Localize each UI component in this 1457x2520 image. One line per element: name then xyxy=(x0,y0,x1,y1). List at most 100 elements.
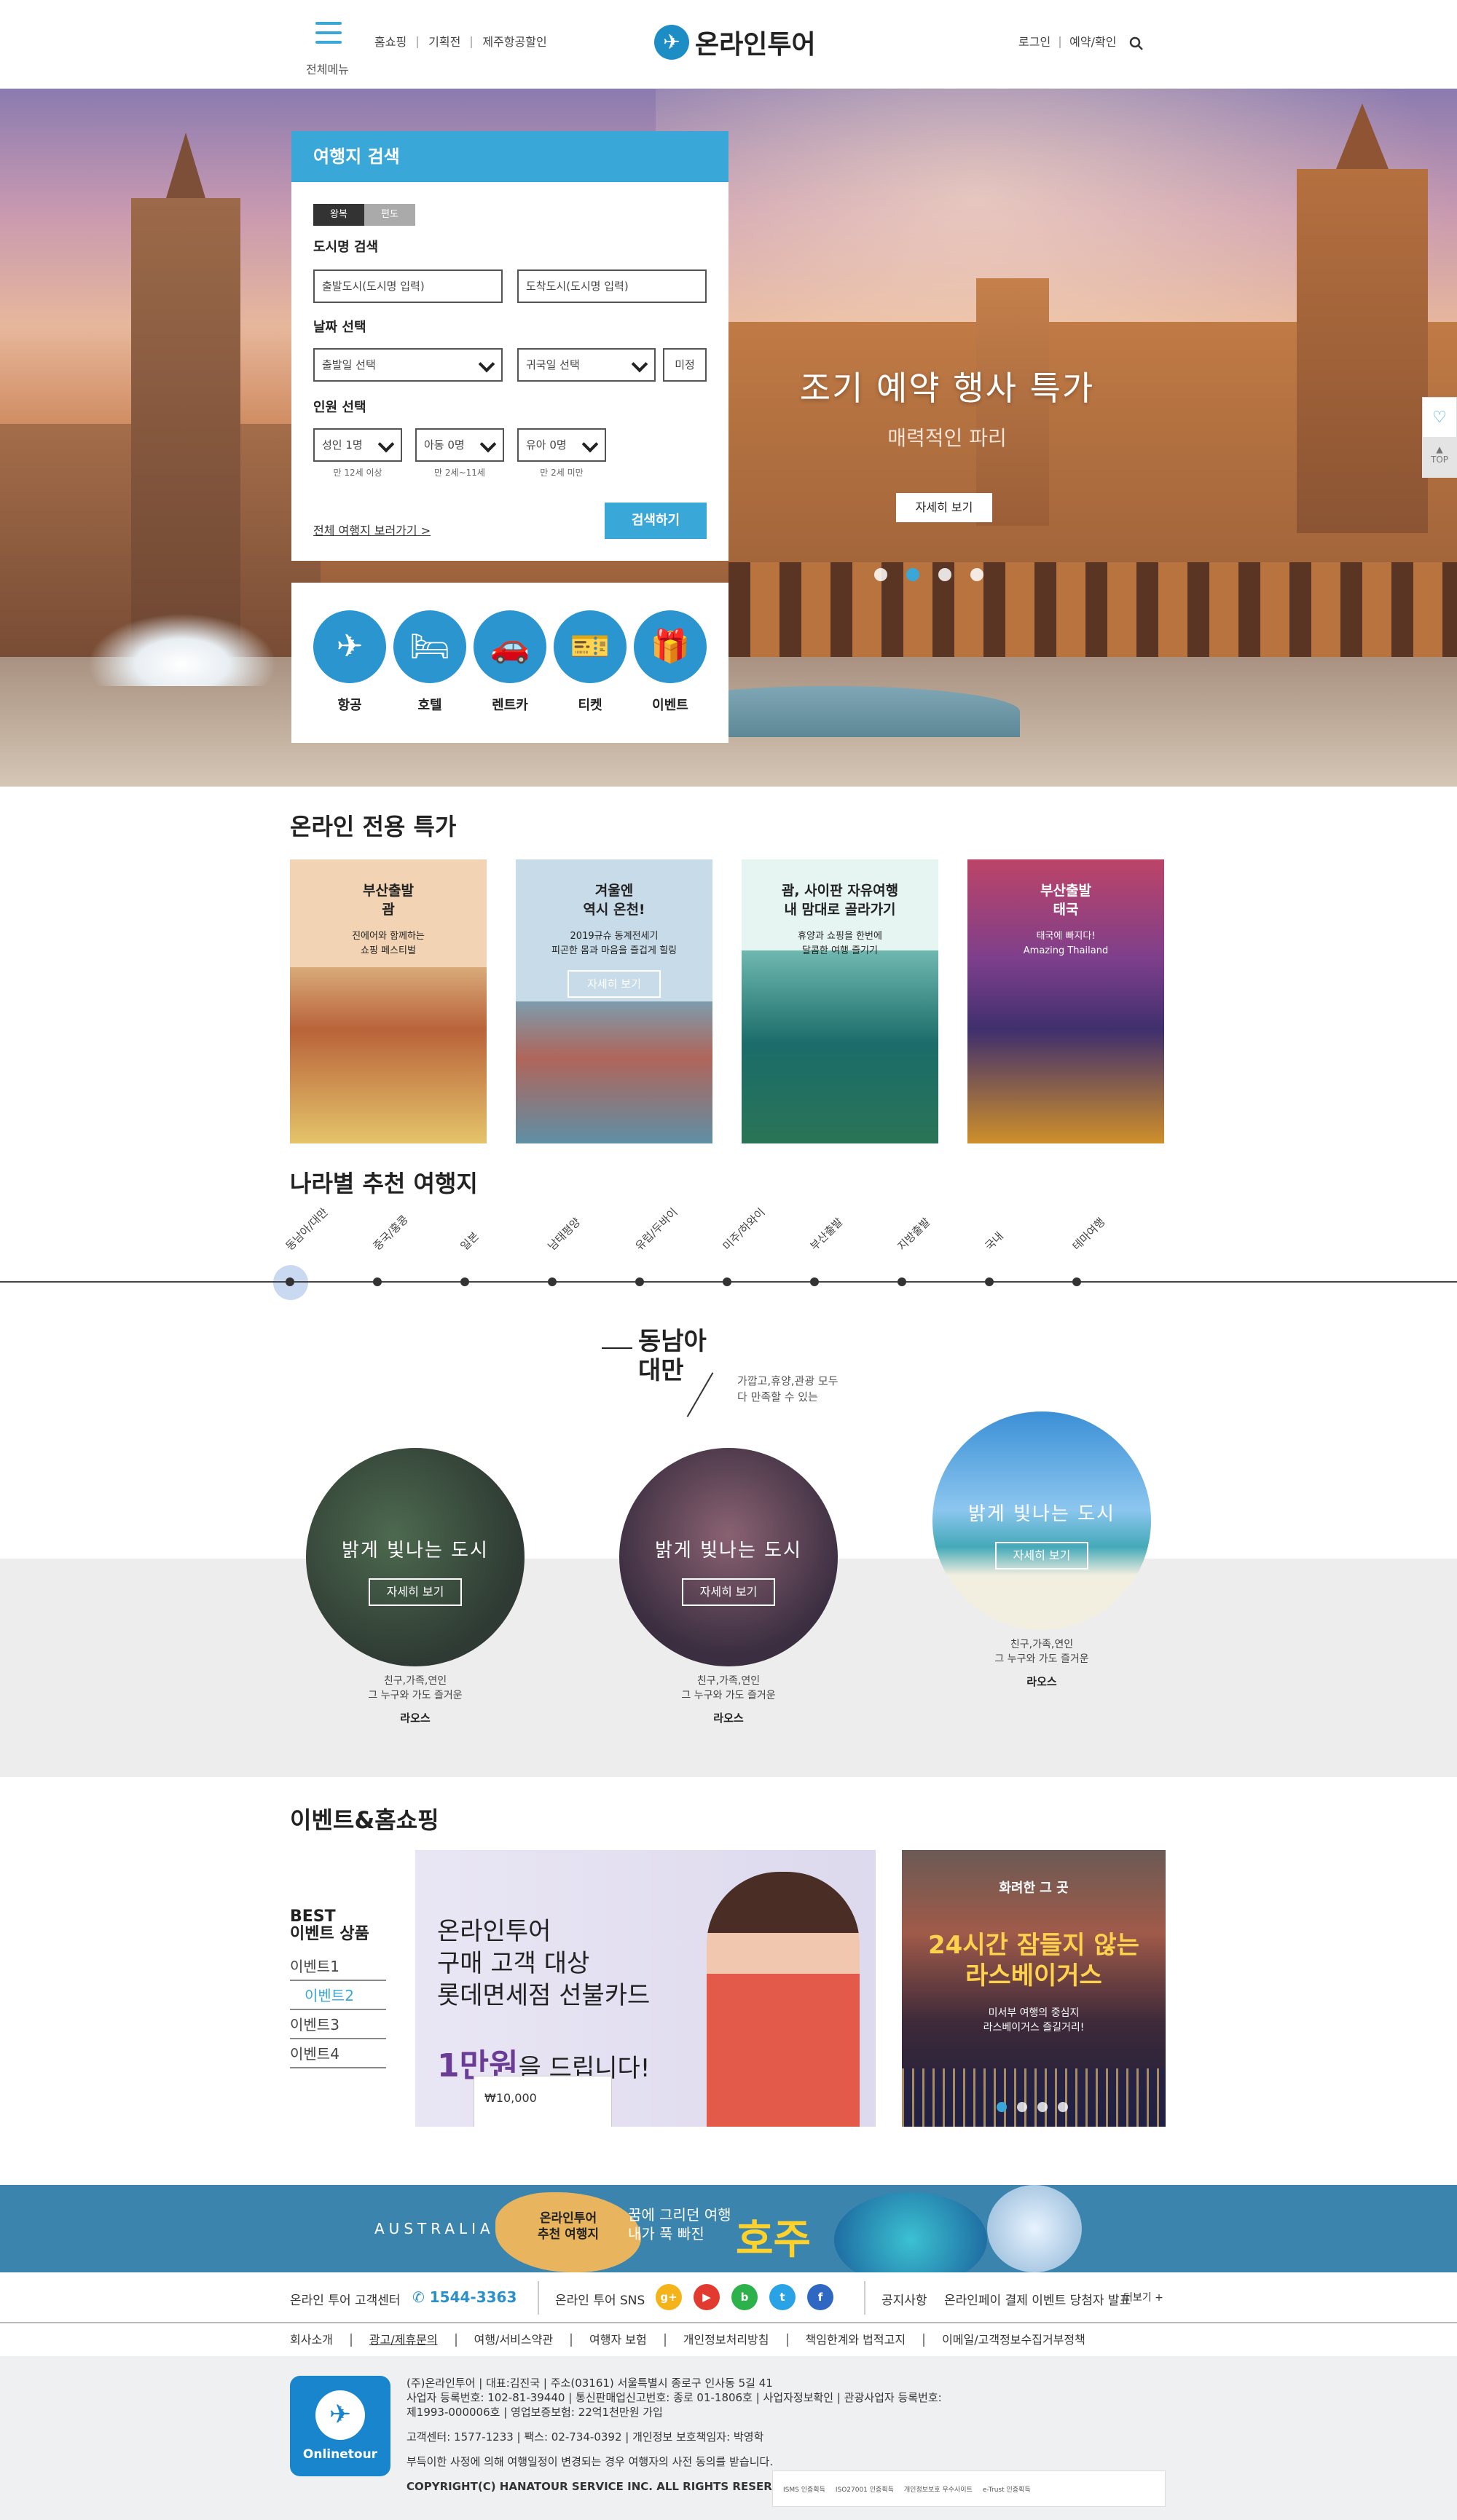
slide-dot[interactable] xyxy=(1017,2102,1027,2112)
site-logo[interactable]: ✈ 온라인투어 xyxy=(654,23,816,61)
footer-link[interactable]: 광고/제휴문의 xyxy=(369,2334,457,2347)
infant-select[interactable]: 유아 0명 xyxy=(517,428,606,462)
country-dot[interactable] xyxy=(1072,1277,1081,1286)
banner-pagination xyxy=(997,2102,1078,2112)
country-tab[interactable]: 테마여행 xyxy=(1069,1214,1108,1253)
return-date-select[interactable]: 귀국일 선택 xyxy=(517,348,656,382)
all-destinations-link[interactable]: 전체 여행지 보러가기 > xyxy=(313,521,431,538)
best-event-item[interactable]: 이벤트2 xyxy=(290,1981,386,2010)
country-dot[interactable] xyxy=(723,1277,731,1286)
slide-dot-active[interactable] xyxy=(997,2102,1007,2112)
slide-dot-active[interactable] xyxy=(906,568,919,581)
undecided-button[interactable]: 미정 xyxy=(663,348,707,382)
country-tab[interactable]: 중국/홍콩 xyxy=(369,1212,411,1253)
country-tab[interactable]: 미주/하와이 xyxy=(719,1205,768,1253)
country-tab[interactable]: 국내 xyxy=(981,1229,1006,1253)
nav-promotions[interactable]: 기획전 xyxy=(418,36,473,48)
trip-type-toggle: 왕복 편도 xyxy=(313,204,415,226)
customer-phone[interactable]: ✆ 1544-3363 xyxy=(412,2288,517,2306)
country-dot[interactable] xyxy=(286,1277,294,1286)
deal-subtitle: 2019규슈 동계전세기 피곤한 몸과 마음을 즐겁게 힐링 xyxy=(551,931,677,956)
country-tab[interactable]: 일본 xyxy=(457,1229,482,1253)
slide-dot[interactable] xyxy=(1037,2102,1048,2112)
departure-city-input[interactable]: 출발도시(도시명 입력) xyxy=(313,269,503,303)
slide-dot[interactable] xyxy=(1058,2102,1068,2112)
nav-home-shopping[interactable]: 홈쇼핑 xyxy=(364,36,419,48)
scroll-top-button[interactable]: ▲ TOP xyxy=(1422,437,1457,478)
child-age-note: 만 2세~11세 xyxy=(434,468,485,478)
login-link[interactable]: 로그인 xyxy=(1010,36,1061,48)
category-label: 호텔 xyxy=(417,698,442,713)
country-dot[interactable] xyxy=(635,1277,644,1286)
destination-detail-button[interactable]: 자세히 보기 xyxy=(682,1578,775,1606)
country-dot[interactable] xyxy=(985,1277,994,1286)
hero-detail-button[interactable]: 자세히 보기 xyxy=(896,493,992,522)
country-dot[interactable] xyxy=(810,1277,819,1286)
best-event-item[interactable]: 이벤트4 xyxy=(290,2039,386,2068)
more-link[interactable]: 더보기 + xyxy=(1123,2290,1163,2304)
category-car[interactable]: 🚗 렌트카 xyxy=(474,610,546,714)
round-trip-tab[interactable]: 왕복 xyxy=(313,204,364,226)
destination-card[interactable]: 밝게 빛나는 도시 자세히 보기 xyxy=(932,1411,1151,1630)
arrival-city-input[interactable]: 도착도시(도시명 입력) xyxy=(517,269,707,303)
category-ticket[interactable]: 🎫 티켓 xyxy=(554,610,627,714)
country-tab[interactable]: 유럽/두바이 xyxy=(632,1205,680,1253)
footer-link[interactable]: 개인정보처리방침 xyxy=(683,2334,788,2347)
destination-card[interactable]: 밝게 빛나는 도시 자세히 보기 xyxy=(619,1448,838,1666)
facebook-icon[interactable]: f xyxy=(807,2284,833,2310)
notice-link[interactable]: 온라인페이 결제 이벤트 당첨자 발표 xyxy=(944,2290,1131,2308)
best-event-item[interactable]: 이벤트3 xyxy=(290,2010,386,2039)
deal-card[interactable]: 겨울엔 역시 온천! 2019규슈 동계전세기 피곤한 몸과 마음을 즐겁게 힐링… xyxy=(516,859,712,1143)
child-select[interactable]: 아동 0명 xyxy=(415,428,504,462)
country-dot[interactable] xyxy=(373,1277,382,1286)
footer-link[interactable]: 책임한계와 법적고지 xyxy=(806,2334,925,2347)
country-tab[interactable]: 남태평양 xyxy=(544,1214,584,1253)
deal-card[interactable]: 부산출발 태국 태국에 빠지다! Amazing Thailand xyxy=(967,859,1164,1143)
deal-detail-button[interactable]: 자세히 보기 xyxy=(568,970,661,998)
footer-link[interactable]: 여행자 보험 xyxy=(589,2334,666,2347)
category-airplane[interactable]: ✈ 항공 xyxy=(313,610,386,714)
youtube-icon[interactable]: ▶ xyxy=(694,2284,720,2310)
heart-icon[interactable]: ♡ xyxy=(1422,397,1457,438)
search-icon[interactable] xyxy=(1129,36,1144,51)
country-dot[interactable] xyxy=(460,1277,469,1286)
footer-line: 제1993-000006호 | 영업보증보험: 22억1천만원 가입 xyxy=(407,2406,663,2419)
country-dot[interactable] xyxy=(548,1277,557,1286)
hamburger-menu-icon[interactable] xyxy=(315,22,342,51)
all-menu-label[interactable]: 전체메뉴 xyxy=(306,60,349,77)
category-gift[interactable]: 🎁 이벤트 xyxy=(634,610,707,714)
destination-name: 라오스 xyxy=(400,1712,431,1725)
nav-jeju-air-discount[interactable]: 제주항공할인 xyxy=(472,36,557,48)
departure-date-select[interactable]: 출발일 선택 xyxy=(313,348,503,382)
footer-line: 고객센터: 1577-1233 | 팩스: 02-734-0392 | 개인정보… xyxy=(407,2430,764,2444)
category-bed[interactable]: 🛏 호텔 xyxy=(393,610,466,714)
country-dot[interactable] xyxy=(898,1277,906,1286)
left-tower xyxy=(131,198,240,664)
reservation-check-link[interactable]: 예약/확인 xyxy=(1061,36,1125,48)
las-vegas-banner[interactable]: 화려한 그 곳 24시간 잠들지 않는 라스베이거스 미서부 여행의 중심지 라… xyxy=(902,1850,1166,2127)
one-way-tab[interactable]: 편도 xyxy=(364,204,415,226)
country-tab[interactable]: 지방출발 xyxy=(894,1214,933,1253)
search-submit-button[interactable]: 검색하기 xyxy=(605,503,707,539)
google-plus-icon[interactable]: g+ xyxy=(656,2284,682,2310)
destination-detail-button[interactable]: 자세히 보기 xyxy=(995,1542,1088,1570)
country-tab[interactable]: 부산출발 xyxy=(806,1214,846,1253)
footer-link[interactable]: 회사소개 xyxy=(290,2334,352,2347)
slide-dot[interactable] xyxy=(970,568,983,581)
best-event-item[interactable]: 이벤트1 xyxy=(290,1952,386,1981)
slide-dot[interactable] xyxy=(938,568,951,581)
footer-link[interactable]: 이메일/고객정보수집거부정책 xyxy=(942,2334,1103,2347)
country-tab[interactable]: 동남아/대만 xyxy=(282,1205,331,1253)
australia-banner[interactable]: AUSTRALIA 온라인투어 추천 여행지 꿈에 그리던 여행 내가 푹 빠진… xyxy=(0,2185,1457,2272)
adult-select[interactable]: 성인 1명 xyxy=(313,428,402,462)
lotte-duty-free-banner[interactable]: 온라인투어 구매 고객 대상 롯데면세점 선불카드 1만원을 드립니다! ₩10… xyxy=(415,1850,876,2127)
blog-icon[interactable]: b xyxy=(731,2284,758,2310)
destination-card[interactable]: 밝게 빛나는 도시 자세히 보기 xyxy=(306,1448,525,1666)
footer-link[interactable]: 여행/서비스약관 xyxy=(474,2334,573,2347)
twitter-icon[interactable]: t xyxy=(769,2284,796,2310)
destination-detail-button[interactable]: 자세히 보기 xyxy=(369,1578,462,1606)
slide-dot[interactable] xyxy=(874,568,887,581)
deal-card[interactable]: 괌, 사이판 자유여행 내 맘대로 골라가기 휴양과 쇼핑을 한번에 달콤한 여행… xyxy=(742,859,938,1143)
fish-image xyxy=(834,2192,987,2272)
deal-card[interactable]: 부산출발 괌 진에어와 함께하는 쇼핑 페스티벌 xyxy=(290,859,487,1143)
